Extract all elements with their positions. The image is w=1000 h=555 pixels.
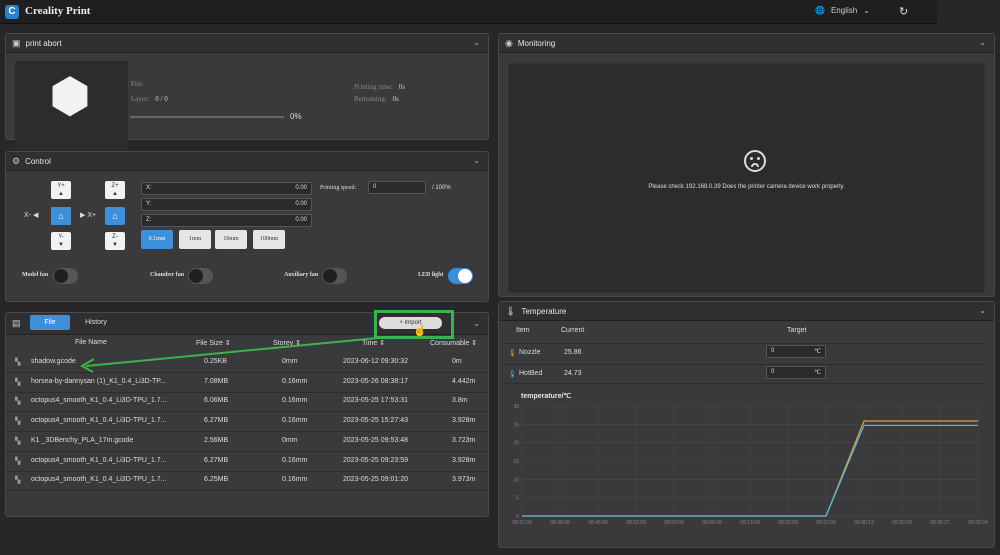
chart-background [504,389,988,529]
camera-error-message: Please check 192.168.0.39 Does the print… [648,184,845,190]
nozzle-current: 25.86 [564,349,582,356]
x-tick-label: 09:30:34 [968,520,988,526]
x-tick-label: 09:30:20 [892,520,912,526]
thermometer-icon: 🌡 [505,305,517,316]
nozzle-label: Nozzle [519,349,541,356]
hotbed-icon: 🌡 [508,371,517,378]
collapse-icon[interactable]: ⌄ [979,38,986,47]
y-tick-label: 30 [513,404,519,410]
temp-column-current: Current [561,327,585,334]
x-tick-label: 09:30:13 [854,520,874,526]
collapse-icon[interactable]: ⌄ [979,306,986,315]
nozzle-icon: 🌡 [508,350,517,357]
x-tick-label: 09:13:09 [740,520,760,526]
y-tick-label: 10 [513,477,519,483]
x-tick-label: 09:30:27 [930,520,950,526]
temperature-title: Temperature [521,306,567,316]
x-tick-label: 09:06:09 [702,520,722,526]
x-tick-label: 09:20:09 [778,520,798,526]
camera-icon: ◉ [505,37,513,48]
hotbed-current: 24.73 [564,370,582,377]
temp-column-item: Item [516,327,530,334]
x-tick-label: 08:45:09 [588,520,608,526]
y-tick-label: 25 [513,422,519,428]
nozzle-target-input[interactable]: 0 ℃ [766,345,826,358]
hotbed-label: HotBed [519,370,543,377]
arrow-line [85,337,379,367]
x-tick-label: 08:31:09 [512,520,532,526]
temperature-panel-header[interactable]: 🌡 Temperature ⌄ [499,302,994,321]
monitoring-title: Monitoring [517,38,556,48]
x-tick-label: 08:38:09 [550,520,570,526]
sad-face-icon [744,150,766,172]
x-tick-label: 08:59:09 [664,520,684,526]
y-tick-label: 5 [516,496,519,502]
camera-feed: Please check 192.168.0.39 Does the print… [508,63,985,293]
y-tick-label: 15 [513,459,519,465]
temp-column-target: Target [787,327,807,334]
chart-title: temperature/℃ [521,392,571,400]
hotbed-row: 🌡 HotBed 24.73 [504,364,987,384]
hotbed-target-input[interactable]: 0 ℃ [766,366,826,379]
x-tick-label: 09:27:09 [816,520,836,526]
nozzle-row: 🌡 Nozzle 25.86 [504,343,987,363]
y-tick-label: 20 [513,441,519,447]
monitoring-panel-header[interactable]: ◉ Monitoring ⌄ [499,34,994,53]
temperature-chart: temperature/℃05101520253008:31:09 08:38:0… [504,389,988,529]
x-tick-label: 08:52:09 [626,520,646,526]
